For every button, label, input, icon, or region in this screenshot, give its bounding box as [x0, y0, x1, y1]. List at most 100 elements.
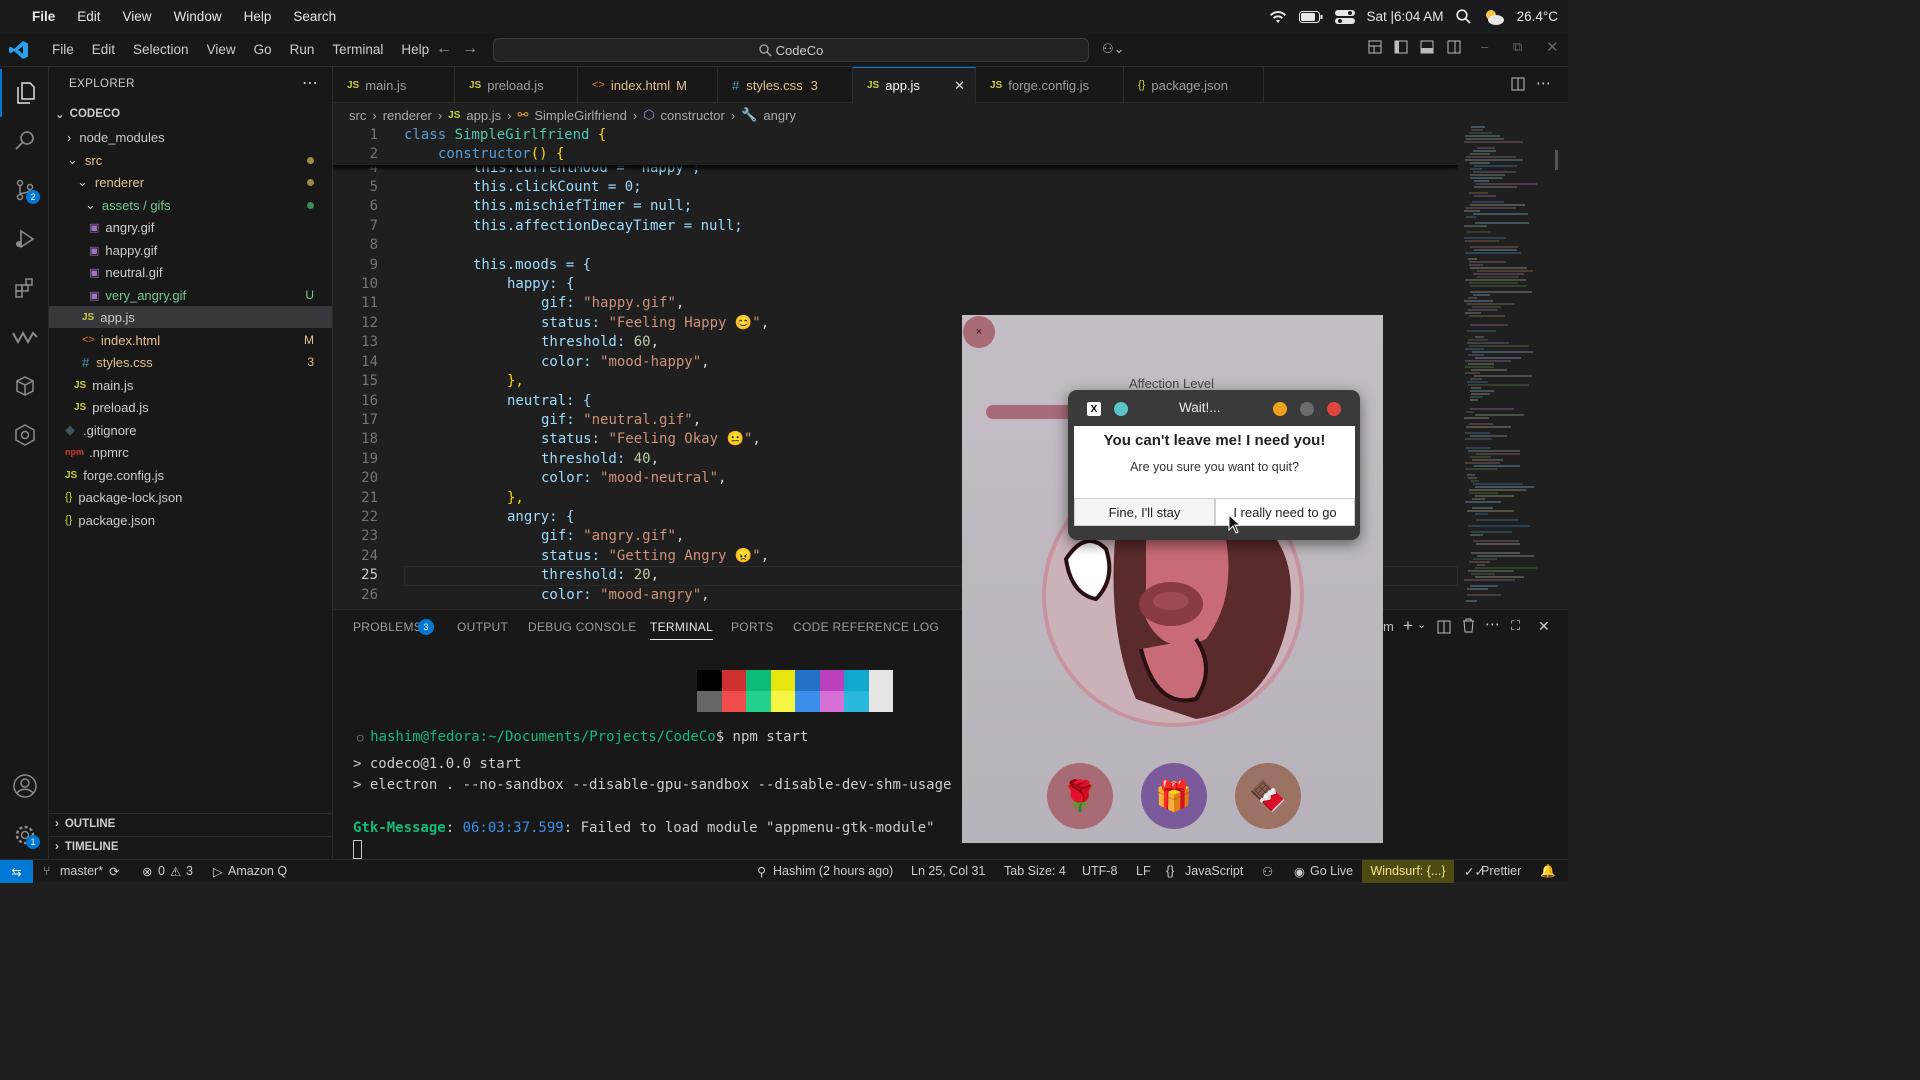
manage-gear-icon[interactable]: 1	[0, 811, 49, 859]
go-live-button[interactable]: Go Live	[1310, 864, 1353, 878]
nav-back-icon[interactable]: ←	[436, 40, 452, 58]
close-panel-icon[interactable]: ✕	[1538, 618, 1550, 635]
file-package-lock-json[interactable]: {} package-lock.json	[49, 486, 332, 508]
close-window-icon[interactable]: ✕	[1546, 38, 1559, 56]
file-package-json[interactable]: {} package.json	[49, 509, 332, 531]
rose-gift-button[interactable]: 🌹	[1047, 763, 1113, 829]
breadcrumb-renderer[interactable]: renderer	[383, 108, 432, 123]
mac-menu-file[interactable]: File	[21, 9, 66, 24]
weather-temp[interactable]: 26.4°C	[1517, 9, 1558, 24]
chocolate-gift-button[interactable]: 🍫	[1235, 763, 1301, 829]
toggle-panel-icon[interactable]	[1420, 40, 1434, 57]
git-blame[interactable]: Hashim (2 hours ago)	[773, 864, 893, 878]
mac-menu-edit[interactable]: Edit	[66, 9, 111, 24]
chevron-down-icon[interactable]: ⌄	[1417, 618, 1426, 631]
breadcrumb-class[interactable]: SimpleGirlfriend	[534, 108, 626, 123]
app-close-button[interactable]: ×	[963, 316, 995, 348]
tab-package-json[interactable]: {} package.json	[1124, 67, 1264, 103]
timeline-section[interactable]: › TIMELINE	[49, 836, 332, 858]
tab-code-reference-log[interactable]: CODE REFERENCE LOG	[793, 620, 939, 634]
nav-forward-icon[interactable]: →	[462, 40, 478, 58]
copilot-icon[interactable]: ⚇⌄	[1102, 41, 1125, 57]
tab-preload-js[interactable]: JS preload.js	[455, 67, 578, 103]
control-center-icon[interactable]	[1334, 9, 1355, 25]
more-actions-icon[interactable]: ⋯	[302, 73, 318, 93]
toggle-primary-sidebar-icon[interactable]	[1394, 40, 1408, 57]
breadcrumb-method[interactable]: constructor	[661, 108, 725, 123]
file-angry-gif[interactable]: ▣ angry.gif	[49, 216, 332, 238]
folder-assets-gifs[interactable]: ⌄ assets / gifs	[49, 194, 332, 216]
tab-styles-css[interactable]: # styles.css 3	[718, 67, 853, 103]
tab-main-js[interactable]: JS main.js	[333, 67, 455, 103]
tab-index-html[interactable]: <> index.html M	[578, 67, 718, 103]
kill-terminal-icon[interactable]	[1462, 618, 1475, 636]
file-npmrc[interactable]: npm .npmrc	[49, 441, 332, 463]
file-main-js[interactable]: JS main.js	[49, 374, 332, 396]
file-styles-css[interactable]: # styles.css 3	[49, 351, 332, 373]
file-index-html[interactable]: <> index.html M	[49, 329, 332, 351]
tab-output[interactable]: OUTPUT	[457, 620, 508, 634]
folder-renderer[interactable]: ⌄ renderer	[49, 171, 332, 193]
close-dialog-button[interactable]	[1327, 402, 1341, 416]
file-happy-gif[interactable]: ▣ happy.gif	[49, 239, 332, 261]
amazon-q-status[interactable]: Amazon Q	[228, 864, 287, 878]
menu-view[interactable]: View	[198, 42, 245, 57]
folder-node-modules[interactable]: › node_modules	[49, 126, 332, 148]
outline-section[interactable]: › OUTLINE	[49, 813, 332, 835]
menu-run[interactable]: Run	[281, 42, 324, 57]
sync-icon[interactable]: ⟳	[109, 864, 119, 879]
file-neutral-gif[interactable]: ▣ neutral.gif	[49, 261, 332, 283]
workspace-root[interactable]: ⌄ CODECO	[49, 103, 332, 125]
tab-ports[interactable]: PORTS	[731, 620, 774, 634]
remote-explorer-icon[interactable]	[0, 362, 49, 410]
mac-menu-search[interactable]: Search	[282, 9, 347, 24]
file-gitignore[interactable]: ◆ .gitignore	[49, 419, 332, 441]
search-view-icon[interactable]	[0, 117, 49, 165]
folder-src[interactable]: ⌄ src	[49, 149, 332, 171]
copilot-status-icon[interactable]: ⚇	[1262, 864, 1273, 879]
remote-indicator[interactable]: ⇆	[0, 860, 33, 883]
mac-menu-view[interactable]: View	[112, 9, 163, 24]
maximize-window-icon[interactable]: ⧉	[1513, 39, 1522, 55]
weather-icon[interactable]	[1483, 8, 1505, 26]
windsurf-status[interactable]: Windsurf: {...}	[1362, 860, 1454, 883]
close-tab-icon[interactable]: ✕	[954, 78, 965, 94]
split-editor-icon[interactable]	[1511, 77, 1525, 94]
editor-more-icon[interactable]: ⋯	[1536, 74, 1551, 92]
spotlight-search-icon[interactable]	[1455, 9, 1471, 24]
command-center-search[interactable]: CodeCo	[493, 38, 1089, 62]
menu-selection[interactable]: Selection	[124, 42, 198, 57]
accounts-icon[interactable]	[0, 762, 49, 810]
toggle-secondary-sidebar-icon[interactable]	[1447, 40, 1461, 57]
tab-app-js[interactable]: JS app.js ✕	[853, 67, 976, 103]
breadcrumb-property[interactable]: angry	[763, 108, 796, 123]
file-forge-config-js[interactable]: JS forge.config.js	[49, 464, 332, 486]
tab-problems[interactable]: PROBLEMS	[353, 620, 422, 634]
file-preload-js[interactable]: JS preload.js	[49, 396, 332, 418]
cursor-position[interactable]: Ln 25, Col 31	[911, 864, 985, 878]
language-mode[interactable]: JavaScript	[1185, 864, 1243, 878]
extensions-icon[interactable]	[0, 264, 49, 312]
tab-terminal[interactable]: TERMINAL	[650, 620, 714, 640]
git-branch[interactable]: master*	[60, 864, 103, 878]
mac-menu-help[interactable]: Help	[233, 9, 283, 24]
stay-button[interactable]: Fine, I'll stay	[1074, 498, 1215, 526]
error-count[interactable]: 0	[158, 864, 165, 878]
source-control-icon[interactable]: 2	[0, 166, 49, 214]
breadcrumb-file[interactable]: app.js	[466, 108, 501, 123]
terminal-output[interactable]: ○ hashim@fedora:~/Documents/Projects/Cod…	[340, 713, 809, 745]
tab-forge-config-js[interactable]: JS forge.config.js	[976, 67, 1124, 103]
menubar-clock[interactable]: Sat |6:04 AM	[1367, 9, 1444, 24]
wifi-icon[interactable]	[1269, 10, 1287, 24]
warning-count[interactable]: 3	[186, 864, 193, 878]
new-terminal-icon[interactable]: +	[1403, 616, 1413, 636]
menu-edit[interactable]: Edit	[83, 42, 124, 57]
tab-debug-console[interactable]: DEBUG CONSOLE	[528, 620, 637, 634]
minimize-dialog-button[interactable]	[1273, 402, 1287, 416]
customize-layout-icon[interactable]	[1368, 40, 1382, 57]
battery-icon[interactable]	[1298, 10, 1323, 23]
sticky-window-icon[interactable]	[1114, 402, 1128, 416]
file-encoding[interactable]: UTF-8	[1082, 864, 1117, 878]
minimize-window-icon[interactable]: –	[1481, 39, 1488, 54]
minimap-slider[interactable]	[1555, 150, 1558, 170]
